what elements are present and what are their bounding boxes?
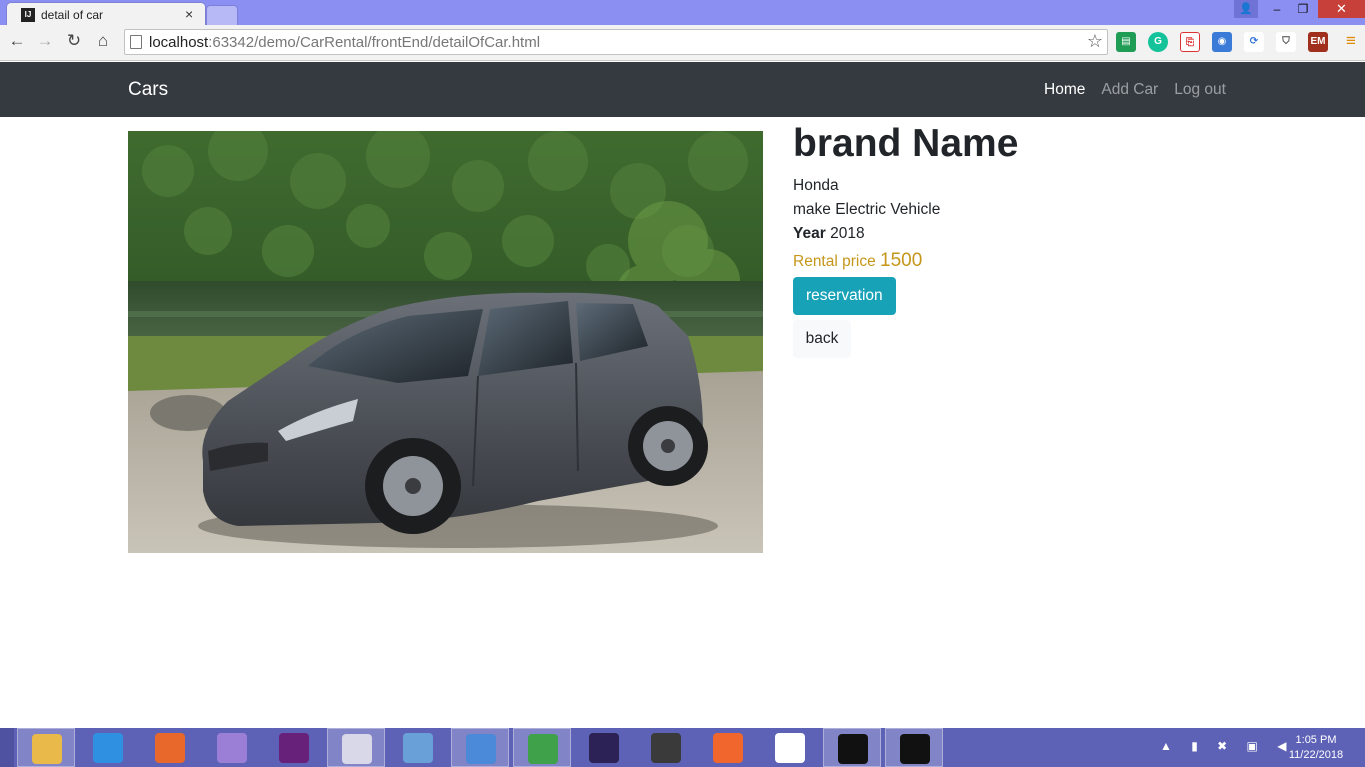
grammarly-icon[interactable]: G bbox=[1148, 32, 1168, 52]
intellij-favicon-icon: IJ bbox=[21, 8, 35, 22]
taskbar-app-calculator[interactable] bbox=[389, 728, 447, 767]
reload-icon[interactable]: ↻ bbox=[63, 31, 85, 51]
back-button[interactable]: back bbox=[793, 320, 851, 358]
taskbar-app-sublime-text[interactable] bbox=[637, 728, 695, 767]
browser-titlebar: IJ detail of car × 👤 – ❐ ✕ bbox=[0, 0, 1365, 25]
tab-close-icon[interactable]: × bbox=[185, 6, 193, 22]
car-photo bbox=[128, 131, 763, 553]
car-title: brand Name bbox=[793, 122, 1019, 165]
taskbar-app-mysql-console[interactable] bbox=[885, 728, 943, 767]
clock[interactable]: 1:05 PM 11/22/2018 bbox=[1286, 733, 1346, 763]
nav-link-log-out[interactable]: Log out bbox=[1174, 81, 1226, 99]
car-brand: Honda bbox=[793, 177, 839, 194]
back-arrow-icon[interactable]: ← bbox=[6, 31, 28, 51]
clock-date: 11/22/2018 bbox=[1288, 749, 1344, 761]
nav-link-add-car[interactable]: Add Car bbox=[1101, 81, 1158, 99]
taskbar-app-mongo-compass[interactable] bbox=[761, 728, 819, 767]
taskbar-app-visual-studio-code[interactable] bbox=[265, 728, 323, 767]
shield-icon[interactable]: ⛉ bbox=[1276, 32, 1296, 52]
taskbar-app-chrome-canary[interactable] bbox=[451, 728, 509, 767]
taskbar-app-internet-explorer[interactable] bbox=[79, 728, 137, 767]
clock-time: 1:05 PM bbox=[1295, 734, 1337, 746]
taskbar-app-visual-studio[interactable] bbox=[203, 728, 261, 767]
internet-explorer-icon bbox=[93, 733, 123, 763]
visual-studio-icon bbox=[217, 733, 247, 763]
calculator-icon bbox=[403, 733, 433, 763]
sublime-text-icon bbox=[651, 733, 681, 763]
taskbar-app-chrome[interactable] bbox=[513, 728, 571, 767]
taskbar-app-firefox[interactable] bbox=[141, 728, 199, 767]
chrome-canary-icon bbox=[466, 734, 496, 764]
taskbar-app-snipping-tool[interactable] bbox=[327, 728, 385, 767]
forward-arrow-icon[interactable]: → bbox=[34, 31, 56, 51]
sync-icon[interactable]: ⟳ bbox=[1244, 32, 1264, 52]
user-profile-icon[interactable]: 👤 bbox=[1234, 0, 1258, 18]
chrome-icon bbox=[528, 734, 558, 764]
screenshot-icon[interactable]: ◉ bbox=[1212, 32, 1232, 52]
taskbar-app-intellij[interactable] bbox=[823, 728, 881, 767]
taskbar-app-postman[interactable] bbox=[699, 728, 757, 767]
sheets-icon[interactable]: ▤ bbox=[1116, 32, 1136, 52]
taskbar: ▲ ▮ ✖ ▣ ◀ 1:05 PM 11/22/2018 bbox=[0, 728, 1365, 767]
window-close-icon[interactable]: ✕ bbox=[1318, 0, 1365, 18]
address-bar[interactable]: localhost:63342/demo/CarRental/frontEnd/… bbox=[124, 29, 1108, 55]
intellij-icon bbox=[838, 734, 868, 764]
url-text: localhost:63342/demo/CarRental/frontEnd/… bbox=[149, 34, 541, 51]
em-icon[interactable]: EM bbox=[1308, 32, 1328, 52]
browser-tab[interactable]: IJ detail of car × bbox=[6, 2, 206, 25]
rental-price: Rental price 1500 bbox=[793, 248, 1243, 275]
pdf-icon[interactable]: ⎘ bbox=[1180, 32, 1200, 52]
new-tab-button[interactable] bbox=[206, 5, 238, 25]
year-label: Year bbox=[793, 225, 826, 242]
browser-toolbar: ← → ↻ ⌂ localhost:63342/demo/CarRental/f… bbox=[0, 25, 1365, 61]
tab-title: detail of car bbox=[41, 8, 104, 22]
car-year: Year 2018 bbox=[793, 222, 1243, 246]
car-detail: brand Name Honda make Electric Vehicle Y… bbox=[793, 122, 1243, 358]
taskbar-app-file-explorer[interactable] bbox=[17, 728, 75, 767]
file-explorer-icon bbox=[32, 734, 62, 764]
restore-icon[interactable]: ❐ bbox=[1290, 0, 1316, 18]
reservation-button[interactable]: reservation bbox=[793, 277, 896, 315]
navbar-brand[interactable]: Cars bbox=[128, 79, 168, 101]
page-icon bbox=[130, 35, 142, 49]
postman-icon bbox=[713, 733, 743, 763]
start-button[interactable] bbox=[0, 728, 14, 767]
mysql-console-icon bbox=[900, 734, 930, 764]
hamburger-menu-icon[interactable]: ≡ bbox=[1340, 31, 1362, 51]
eclipse-icon bbox=[589, 733, 619, 763]
system-tray[interactable]: ▲ ▮ ✖ ▣ ◀ bbox=[1160, 739, 1294, 753]
car-make: make Electric Vehicle bbox=[793, 201, 941, 218]
home-icon[interactable]: ⌂ bbox=[92, 31, 114, 51]
nav-link-home[interactable]: Home bbox=[1044, 81, 1085, 99]
snipping-tool-icon bbox=[342, 734, 372, 764]
taskbar-app-eclipse[interactable] bbox=[575, 728, 633, 767]
price-value: 1500 bbox=[880, 250, 923, 271]
star-icon[interactable]: ☆ bbox=[1087, 31, 1103, 52]
price-label: Rental price bbox=[793, 253, 876, 270]
nav-links: Home Add Car Log out bbox=[1044, 81, 1226, 99]
minimize-icon[interactable]: – bbox=[1264, 0, 1290, 18]
year-value: 2018 bbox=[830, 225, 865, 242]
visual-studio-code-icon bbox=[279, 733, 309, 763]
site-navbar: Cars Home Add Car Log out bbox=[0, 62, 1365, 117]
firefox-icon bbox=[155, 733, 185, 763]
mongo-compass-icon bbox=[775, 733, 805, 763]
